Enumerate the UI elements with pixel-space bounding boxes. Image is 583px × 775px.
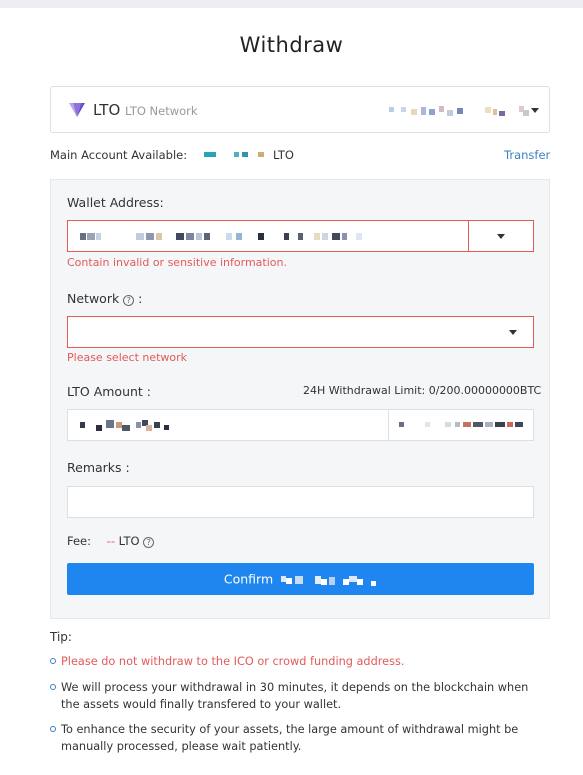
fee-value: -- bbox=[106, 534, 115, 548]
circle-bullet-icon bbox=[50, 684, 56, 690]
question-circle-icon[interactable]: ? bbox=[143, 537, 155, 548]
redacted-coin-info bbox=[389, 106, 529, 116]
coin-network-name: LTO Network bbox=[125, 104, 198, 118]
redacted-wallet-address bbox=[80, 233, 362, 240]
tip-item: Please do not withdraw to the ICO or cro… bbox=[50, 653, 550, 670]
fee-row: Fee: -- LTO ? bbox=[67, 534, 155, 548]
amount-input[interactable] bbox=[68, 410, 388, 440]
tip-text: We will process your withdrawal in 30 mi… bbox=[61, 681, 529, 711]
circle-bullet-icon bbox=[50, 658, 56, 664]
remarks-input[interactable] bbox=[67, 486, 534, 518]
chevron-down-icon bbox=[497, 234, 505, 239]
withdraw-form: Wallet Address: Contain invalid or sensi… bbox=[50, 179, 550, 619]
wallet-address-group bbox=[67, 220, 534, 252]
address-book-dropdown[interactable] bbox=[468, 221, 533, 251]
remarks-label: Remarks : bbox=[67, 460, 130, 475]
amount-label: LTO Amount : bbox=[67, 384, 151, 399]
tip-text: To enhance the security of your assets, … bbox=[61, 723, 519, 753]
chevron-down-icon bbox=[531, 108, 539, 113]
tip-text: Please do not withdraw to the ICO or cro… bbox=[61, 655, 405, 668]
network-label-colon: : bbox=[138, 291, 143, 306]
fee-unit: LTO bbox=[118, 534, 140, 548]
top-bar bbox=[0, 0, 583, 8]
network-label-text: Network bbox=[67, 291, 120, 306]
tip-item: To enhance the security of your assets, … bbox=[50, 721, 550, 755]
available-balance-unit: LTO bbox=[273, 148, 294, 162]
tip-item: We will process your withdrawal in 30 mi… bbox=[50, 679, 550, 713]
circle-bullet-icon bbox=[50, 726, 56, 732]
lto-logo-icon bbox=[69, 103, 85, 117]
wallet-address-label: Wallet Address: bbox=[67, 195, 164, 210]
network-error: Please select network bbox=[67, 351, 188, 364]
coin-selector[interactable]: LTO LTO Network bbox=[50, 86, 550, 133]
confirm-button-label: Confirm bbox=[223, 571, 274, 587]
coin-symbol: LTO bbox=[93, 101, 121, 119]
amount-group bbox=[67, 409, 534, 441]
redacted-confirm-amount bbox=[281, 575, 377, 586]
chevron-down-icon bbox=[509, 330, 517, 335]
network-label: Network ? : bbox=[67, 291, 142, 306]
amount-suffix[interactable] bbox=[388, 410, 533, 440]
network-select[interactable] bbox=[67, 316, 534, 348]
question-circle-icon[interactable]: ? bbox=[123, 295, 135, 306]
available-balance-label: Main Account Available: bbox=[50, 148, 188, 162]
fee-label: Fee: bbox=[67, 534, 92, 548]
wallet-address-input[interactable] bbox=[68, 221, 468, 251]
wallet-address-error: Contain invalid or sensitive information… bbox=[67, 256, 287, 269]
redacted-max-amount bbox=[399, 422, 523, 427]
transfer-link[interactable]: Transfer bbox=[504, 148, 550, 162]
page-title: Withdraw bbox=[239, 33, 344, 57]
tip-title: Tip: bbox=[50, 630, 72, 644]
withdrawal-limit: 24H Withdrawal Limit: 0/200.00000000BTC bbox=[303, 384, 542, 397]
confirm-button[interactable]: Confirm bbox=[67, 563, 534, 595]
redacted-amount bbox=[80, 420, 169, 431]
redacted-balance bbox=[204, 152, 264, 157]
